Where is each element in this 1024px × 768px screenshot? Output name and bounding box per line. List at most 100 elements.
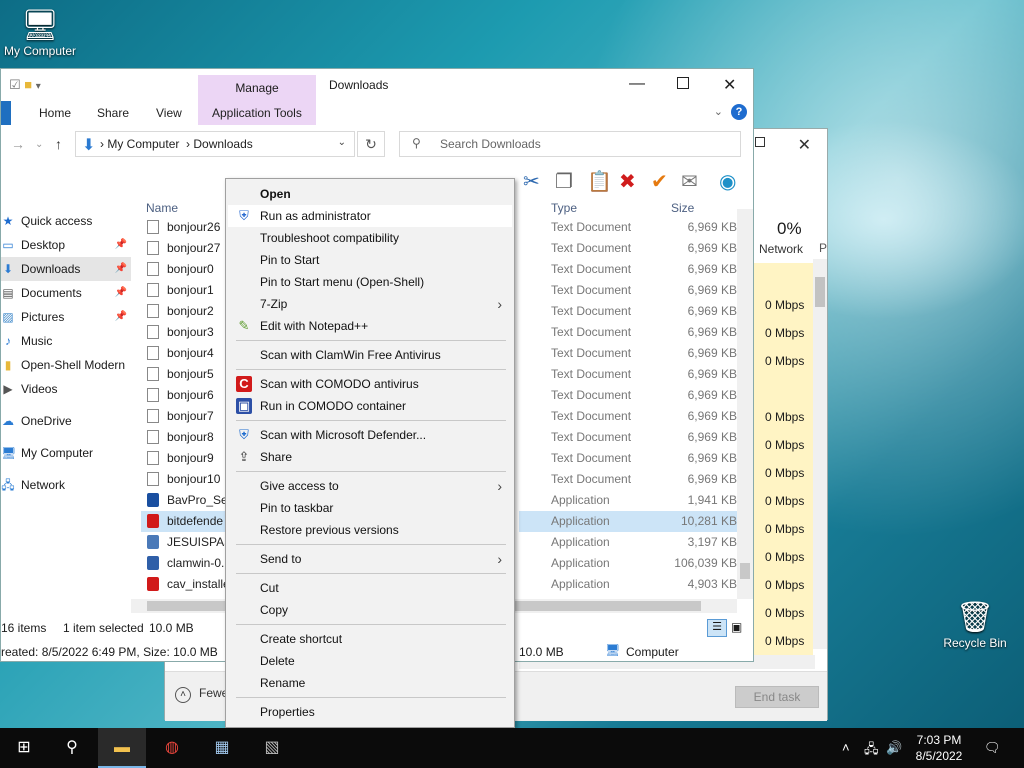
desktop-icon-my-computer[interactable]: 🖥 My Computer [0, 8, 80, 58]
nav-item-documents[interactable]: ▤ Documents 📌 [1, 281, 131, 305]
details-view-icon[interactable]: ☰ [707, 619, 727, 637]
chevron-down-icon[interactable]: ⌄ [714, 105, 723, 118]
nav-item-label: Quick access [21, 214, 93, 228]
menu-item-7-zip[interactable]: 7-Zip › [228, 293, 512, 315]
delete-icon[interactable]: ✖ [619, 169, 636, 194]
check-icon[interactable]: ✔ [651, 169, 668, 194]
close-button[interactable]: ✕ [798, 135, 811, 155]
breadcrumb-downloads[interactable]: Downloads [193, 137, 252, 151]
menu-item-create-shortcut[interactable]: Create shortcut [228, 628, 512, 650]
menu-item-open[interactable]: Open [228, 183, 512, 205]
nav-item-music[interactable]: ♪ Music [1, 329, 131, 353]
menu-item-edit-with-notepad[interactable]: ✎ Edit with Notepad++ [228, 315, 512, 337]
menu-item-cut[interactable]: Cut [228, 577, 512, 599]
taskbar-app[interactable]: ▧ [248, 728, 296, 768]
tab-view[interactable]: View [156, 106, 182, 120]
desktop-icon-recycle-bin[interactable]: 🗑 Recycle Bin [940, 600, 1010, 650]
nav-item-desktop[interactable]: ▭ Desktop 📌 [1, 233, 131, 257]
menu-item-share[interactable]: ⇪ Share [228, 446, 512, 468]
shell-icon[interactable]: ◉ [719, 169, 736, 194]
pin-icon[interactable]: 📌 [115, 233, 127, 257]
menu-item-give-access-to[interactable]: Give access to › [228, 475, 512, 497]
tab-file[interactable] [1, 101, 11, 125]
scroll-thumb[interactable] [740, 563, 750, 579]
properties-icon[interactable]: ☑ [9, 77, 21, 92]
menu-item-send-to[interactable]: Send to › [228, 548, 512, 570]
address-bar[interactable]: ⬇ › My Computer › Downloads ⌄ [75, 131, 355, 157]
chevron-down-icon[interactable]: ▾ [36, 81, 41, 92]
menu-item-troubleshoot-compatibility[interactable]: Troubleshoot compatibility [228, 227, 512, 249]
email-icon[interactable]: ✉ [681, 169, 698, 194]
tab-share[interactable]: Share [97, 106, 129, 120]
menu-item-pin-to-start-menu-open-shell[interactable]: Pin to Start menu (Open-Shell) [228, 271, 512, 293]
search-button[interactable]: ⚲ [48, 728, 96, 768]
menu-item-pin-to-taskbar[interactable]: Pin to taskbar [228, 497, 512, 519]
nav-item-onedrive[interactable]: ☁ OneDrive [1, 409, 131, 433]
paste-icon[interactable]: 📋 [587, 169, 612, 194]
vertical-scrollbar[interactable] [737, 209, 753, 599]
taskbar-file-explorer[interactable]: ▬ [98, 728, 146, 768]
tab-home[interactable]: Home [39, 106, 71, 120]
menu-item-delete[interactable]: Delete [228, 650, 512, 672]
file-name: bonjour1 [167, 283, 214, 297]
pin-icon[interactable]: 📌 [115, 281, 127, 305]
pin-icon[interactable]: 📌 [115, 305, 127, 329]
column-header-name[interactable]: Name [146, 201, 178, 215]
forward-icon[interactable]: → [11, 136, 25, 152]
scroll-thumb[interactable] [815, 277, 825, 307]
recent-locations-icon[interactable]: ⌄ [35, 139, 43, 150]
network-icon[interactable]: 🖧 [864, 740, 879, 762]
close-button[interactable]: ✕ [723, 75, 736, 95]
volume-icon[interactable]: 🔊 [886, 740, 902, 756]
notifications-icon[interactable]: 🗨 [984, 740, 1001, 756]
chevron-up-icon[interactable]: ˄ [842, 740, 850, 755]
nav-item-open-shell-modern[interactable]: ▮ Open-Shell Modern [1, 353, 131, 377]
nav-item-quick-access[interactable]: ★ Quick access [1, 209, 131, 233]
menu-item-run-as-administrator[interactable]: ⛨ Run as administrator [228, 205, 512, 227]
manage-tab[interactable]: Manage [198, 81, 316, 95]
fewer-details-button[interactable]: ˄ Fewe [175, 686, 228, 703]
search-input[interactable]: ⚲ Search Downloads [399, 131, 741, 157]
new-folder-icon[interactable]: ■ [24, 77, 32, 92]
menu-item-scan-with-comodo-antivirus[interactable]: C Scan with COMODO antivirus [228, 373, 512, 395]
maximize-button[interactable] [755, 137, 765, 147]
end-task-button[interactable]: End task [735, 686, 819, 708]
help-icon[interactable]: ? [731, 104, 747, 120]
menu-item-properties[interactable]: Properties [228, 701, 512, 723]
refresh-button[interactable]: ↻ [357, 131, 385, 157]
up-icon[interactable]: ↑ [55, 136, 62, 152]
menu-item-restore-previous-versions[interactable]: Restore previous versions [228, 519, 512, 541]
menu-item-copy[interactable]: Copy [228, 599, 512, 621]
chevron-down-icon[interactable]: ⌄ [338, 137, 346, 148]
quick-access-toolbar[interactable]: ☑ ■ ▾ [9, 77, 41, 93]
breadcrumb-my-computer[interactable]: My Computer [107, 137, 179, 151]
taskbar-chrome[interactable]: ◍ [148, 728, 196, 768]
large-icons-view-icon[interactable]: ▣ [731, 620, 742, 634]
nav-item-label: Pictures [21, 310, 65, 324]
menu-item-pin-to-start[interactable]: Pin to Start [228, 249, 512, 271]
menu-separator [236, 624, 506, 625]
start-button[interactable]: ⊞ [0, 728, 48, 768]
column-header-type[interactable]: Type [551, 201, 577, 215]
minimize-button[interactable]: — [629, 75, 645, 93]
cut-icon[interactable]: ✂ [523, 169, 540, 194]
column-header-size[interactable]: Size [671, 201, 694, 215]
taskbar-task-manager[interactable]: ▦ [198, 728, 246, 768]
nav-item-network[interactable]: 🖧 Network [1, 473, 131, 497]
tab-application-tools[interactable]: Application Tools [212, 106, 302, 120]
pin-icon[interactable]: 📌 [115, 257, 127, 281]
network-column-header[interactable]: Network [759, 242, 803, 256]
menu-item-scan-with-microsoft-defender[interactable]: ⛨ Scan with Microsoft Defender... [228, 424, 512, 446]
menu-item-rename[interactable]: Rename [228, 672, 512, 694]
menu-item-scan-with-clamwin-free-antivirus[interactable]: Scan with ClamWin Free Antivirus [228, 344, 512, 366]
clock[interactable]: 7:03 PM 8/5/2022 [908, 732, 970, 764]
vertical-scrollbar[interactable] [813, 259, 827, 649]
maximize-button[interactable] [677, 77, 689, 89]
column-header-partial[interactable]: P [819, 241, 827, 255]
copy-icon[interactable]: ❐ [555, 169, 573, 194]
nav-item-my-computer[interactable]: 🖥 My Computer [1, 441, 131, 465]
nav-item-pictures[interactable]: ▨ Pictures 📌 [1, 305, 131, 329]
nav-item-downloads[interactable]: ⬇ Downloads 📌 [1, 257, 131, 281]
menu-item-run-in-comodo-container[interactable]: ▣ Run in COMODO container [228, 395, 512, 417]
nav-item-videos[interactable]: ▶ Videos [1, 377, 131, 401]
